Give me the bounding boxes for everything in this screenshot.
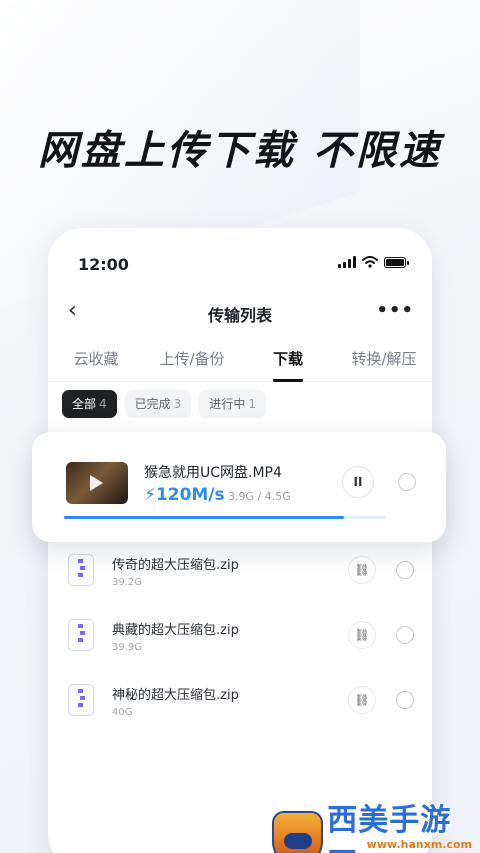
filter-all-count: 4 (99, 397, 107, 411)
tab-upload-backup[interactable]: 上传/备份 (144, 346, 240, 381)
tab-bar: 云收藏 上传/备份 下载 转换/解压 (48, 346, 432, 382)
zip-file-icon (68, 554, 94, 586)
progress-fill (64, 516, 345, 519)
file-name: 神秘的超大压缩包.zip (112, 688, 239, 703)
file-name: 典藏的超大压缩包.zip (112, 623, 239, 638)
filter-completed-label: 已完成 (134, 397, 171, 411)
filter-in-progress[interactable]: 进行中 1 (199, 390, 266, 418)
pause-icon[interactable]: II (342, 466, 374, 498)
status-time: 12:00 (78, 255, 129, 274)
download-size: 3.9G / 4.5G (228, 490, 291, 503)
active-download-card[interactable]: 猴急就用UC网盘.MP4 ⚡120M/s 3.9G / 4.5G II (32, 432, 446, 542)
more-options-icon[interactable]: ••• (376, 300, 414, 321)
speed-value: 120M/s (155, 485, 225, 505)
link-icon[interactable]: ⛓ (348, 686, 376, 714)
list-item[interactable]: 传奇的超大压缩包.zip 39.2G ⛓ (48, 546, 432, 610)
select-radio[interactable] (396, 561, 414, 579)
file-name: 传奇的超大压缩包.zip (112, 558, 239, 573)
headline: 网盘上传下载 不限速 (38, 128, 442, 174)
zip-file-icon (68, 684, 94, 716)
zip-file-icon (68, 619, 94, 651)
link-icon[interactable]: ⛓ (348, 621, 376, 649)
video-thumbnail (66, 462, 128, 504)
filter-in-progress-label: 进行中 (209, 397, 246, 411)
tab-convert-extract[interactable]: 转换/解压 (336, 346, 432, 381)
file-size: 39.9G (112, 642, 143, 653)
filter-completed-count: 3 (173, 397, 182, 411)
filter-chips: 全部 4 已完成 3 进行中 1 (62, 390, 266, 418)
select-radio[interactable] (398, 473, 416, 491)
tab-download[interactable]: 下载 (240, 346, 336, 381)
battery-icon (384, 256, 409, 268)
tab-cloud-favorites[interactable]: 云收藏 (48, 346, 144, 381)
download-speed: ⚡120M/s (144, 485, 225, 505)
progress-bar (64, 516, 386, 519)
select-radio[interactable] (396, 691, 414, 709)
select-radio[interactable] (396, 626, 414, 644)
link-icon[interactable]: ⛓ (348, 556, 376, 584)
file-size: 40G (112, 707, 133, 718)
file-name: 猴急就用UC网盘.MP4 (144, 465, 282, 481)
filter-all[interactable]: 全部 4 (62, 390, 117, 418)
list-item[interactable]: 典藏的超大压缩包.zip 39.9G ⛓ (48, 611, 432, 675)
play-icon (90, 475, 103, 491)
filter-in-progress-count: 1 (248, 397, 256, 411)
status-icons (338, 256, 409, 268)
signal-icon (338, 256, 356, 268)
file-size: 39.2G (112, 577, 143, 588)
watermark-url: www.hanxm.com (366, 838, 472, 851)
wifi-icon (362, 256, 378, 268)
list-item[interactable]: 神秘的超大压缩包.zip 40G ⛓ (48, 676, 432, 740)
page-title: 传输列表 (207, 306, 272, 325)
gamepad-shield-icon (272, 811, 324, 853)
filter-all-label: 全部 (72, 397, 97, 411)
filter-completed[interactable]: 已完成 3 (124, 390, 192, 418)
